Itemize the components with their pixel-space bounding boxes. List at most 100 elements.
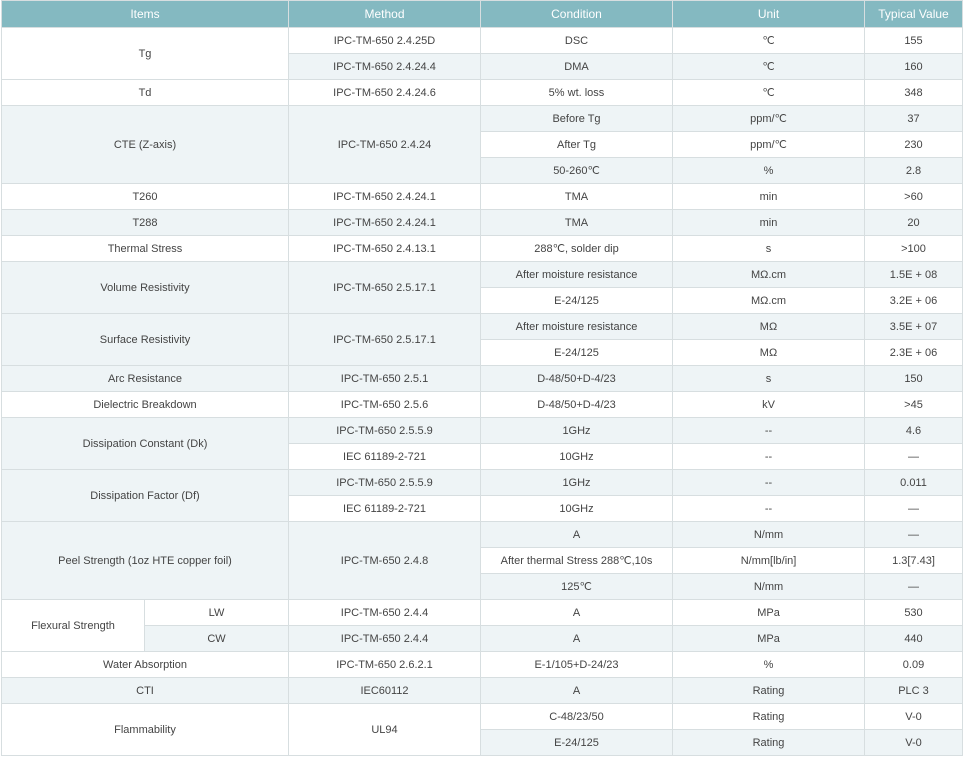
condition-cell: After moisture resistance: [480, 261, 673, 288]
condition-cell: 10GHz: [480, 495, 673, 522]
method-cell: IPC-TM-650 2.5.6: [288, 391, 481, 418]
method-cell: IPC-TM-650 2.4.4: [288, 599, 481, 626]
value-cell: >45: [864, 391, 963, 418]
item-cell: Flammability: [1, 703, 289, 756]
item-cell: CTI: [1, 677, 289, 704]
value-cell: >60: [864, 183, 963, 210]
condition-cell: E-24/125: [480, 729, 673, 756]
condition-cell: After Tg: [480, 131, 673, 158]
unit-cell: min: [672, 183, 865, 210]
condition-cell: After thermal Stress 288℃,10s: [480, 547, 673, 574]
unit-cell: Rating: [672, 677, 865, 704]
unit-cell: ppm/℃: [672, 131, 865, 158]
condition-cell: D-48/50+D-4/23: [480, 391, 673, 418]
value-cell: 1.3[7.43]: [864, 547, 963, 574]
value-cell: 3.5E + 07: [864, 313, 963, 340]
condition-cell: After moisture resistance: [480, 313, 673, 340]
method-cell: IPC-TM-650 2.4.4: [288, 625, 481, 652]
header-method: Method: [288, 0, 481, 28]
table-row: Dissipation Constant (Dk) IPC-TM-650 2.5…: [1, 417, 963, 470]
item-cell: Dielectric Breakdown: [1, 391, 289, 418]
table-row: CTE (Z-axis) IPC-TM-650 2.4.24 Before Tg…: [1, 105, 963, 184]
value-cell: 4.6: [864, 417, 963, 444]
value-cell: 0.011: [864, 469, 963, 496]
table-row: Dielectric Breakdown IPC-TM-650 2.5.6 D-…: [1, 391, 963, 418]
condition-cell: TMA: [480, 183, 673, 210]
unit-cell: MΩ: [672, 313, 865, 340]
value-cell: 440: [864, 625, 963, 652]
unit-cell: %: [672, 651, 865, 678]
value-cell: 0.09: [864, 651, 963, 678]
condition-cell: 10GHz: [480, 443, 673, 470]
condition-cell: 288℃, solder dip: [480, 235, 673, 262]
method-cell: IPC-TM-650 2.5.1: [288, 365, 481, 392]
condition-cell: C-48/23/50: [480, 703, 673, 730]
item-cell: T260: [1, 183, 289, 210]
method-cell: IPC-TM-650 2.4.24.1: [288, 209, 481, 236]
unit-cell: kV: [672, 391, 865, 418]
value-cell: >100: [864, 235, 963, 262]
value-cell: —: [864, 573, 963, 600]
table-row: T260 IPC-TM-650 2.4.24.1 TMA min >60: [1, 183, 963, 210]
value-cell: 20: [864, 209, 963, 236]
properties-table: Items Method Condition Unit Typical Valu…: [1, 0, 963, 756]
item-cell: Surface Resistivity: [1, 313, 289, 366]
table-row: Peel Strength (1oz HTE copper foil) IPC-…: [1, 521, 963, 600]
condition-cell: DSC: [480, 27, 673, 54]
header-unit: Unit: [672, 0, 865, 28]
subitem-cell: LW: [144, 599, 289, 626]
condition-cell: 1GHz: [480, 469, 673, 496]
unit-cell: --: [672, 443, 865, 470]
condition-cell: TMA: [480, 209, 673, 236]
table-row: Flammability UL94 C-48/23/50 Rating V-0: [1, 703, 963, 756]
condition-cell: DMA: [480, 53, 673, 80]
unit-cell: Rating: [672, 729, 865, 756]
unit-cell: MΩ.cm: [672, 287, 865, 314]
unit-cell: N/mm: [672, 521, 865, 548]
header-condition: Condition: [480, 0, 673, 28]
method-cell: IPC-TM-650 2.5.17.1: [288, 261, 481, 314]
item-cell: Td: [1, 79, 289, 106]
condition-cell: A: [480, 599, 673, 626]
unit-cell: MPa: [672, 599, 865, 626]
value-cell: —: [864, 443, 963, 470]
condition-cell: Before Tg: [480, 105, 673, 132]
header-typical-value: Typical Value: [864, 0, 963, 28]
item-cell: Dissipation Constant (Dk): [1, 417, 289, 470]
value-cell: 530: [864, 599, 963, 626]
method-cell: IEC 61189-2-721: [288, 495, 481, 522]
condition-cell: 1GHz: [480, 417, 673, 444]
condition-cell: D-48/50+D-4/23: [480, 365, 673, 392]
unit-cell: s: [672, 365, 865, 392]
value-cell: V-0: [864, 729, 963, 756]
method-cell: IPC-TM-650 2.5.5.9: [288, 469, 481, 496]
unit-cell: MΩ: [672, 339, 865, 366]
value-cell: V-0: [864, 703, 963, 730]
table-row: Dissipation Factor (Df) IPC-TM-650 2.5.5…: [1, 469, 963, 522]
unit-cell: N/mm[lb/in]: [672, 547, 865, 574]
value-cell: 2.8: [864, 157, 963, 184]
table-row: Td IPC-TM-650 2.4.24.6 5% wt. loss ℃ 348: [1, 79, 963, 106]
method-cell: IPC-TM-650 2.6.2.1: [288, 651, 481, 678]
unit-cell: MΩ.cm: [672, 261, 865, 288]
method-cell: IPC-TM-650 2.4.24.4: [288, 53, 481, 80]
condition-cell: E-24/125: [480, 287, 673, 314]
condition-cell: A: [480, 677, 673, 704]
unit-cell: Rating: [672, 703, 865, 730]
table-row: Volume Resistivity IPC-TM-650 2.5.17.1 A…: [1, 261, 963, 314]
item-cell: Dissipation Factor (Df): [1, 469, 289, 522]
value-cell: 230: [864, 131, 963, 158]
item-cell: Water Absorption: [1, 651, 289, 678]
method-cell: IPC-TM-650 2.4.8: [288, 521, 481, 600]
value-cell: 1.5E + 08: [864, 261, 963, 288]
condition-cell: 5% wt. loss: [480, 79, 673, 106]
item-cell: T288: [1, 209, 289, 236]
table-row: Tg IPC-TM-650 2.4.25D DSC ℃ 155: [1, 27, 963, 80]
unit-cell: ℃: [672, 53, 865, 80]
table-row: Flexural Strength LW IPC-TM-650 2.4.4 A …: [1, 599, 963, 652]
header-items: Items: [1, 0, 289, 28]
item-cell: CTE (Z-axis): [1, 105, 289, 184]
table-row: CW IPC-TM-650 2.4.4 A MPa 440: [2, 625, 963, 652]
value-cell: —: [864, 521, 963, 548]
method-cell: IPC-TM-650 2.4.24.1: [288, 183, 481, 210]
